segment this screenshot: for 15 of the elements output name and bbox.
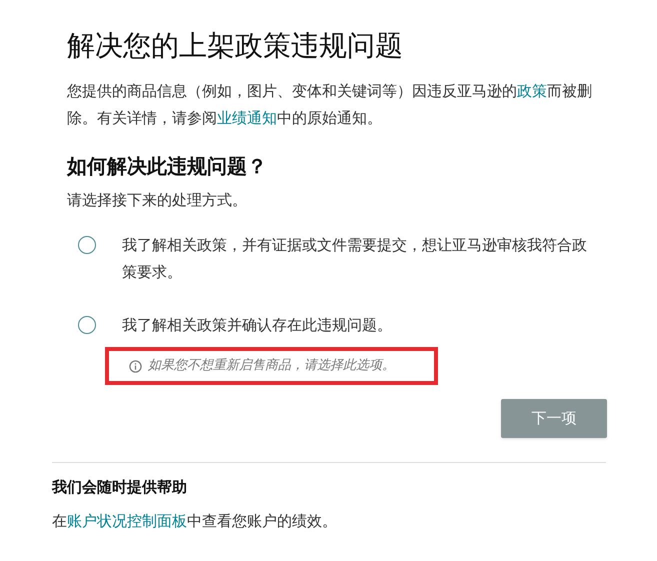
help-text: 在账户状况控制面板中查看您账户的绩效。 [52, 511, 338, 532]
option-label: 我了解相关政策，并有证据或文件需要提交，想让亚马逊审核我符合政策要求。 [122, 235, 588, 283]
intro-text: 您提供的商品信息（例如，图片、变体和关键词等）因违反亚马逊的政策而被删除。有关详情，请参阅业绩通知中的原始通知。 [67, 81, 593, 129]
instruction-text: 请选择接下来的处理方式。 [67, 190, 248, 211]
link[interactable]: 账户状况控制面板 [67, 512, 187, 530]
section-heading: 如何解决此违规问题？ [67, 153, 268, 180]
link[interactable]: 业绩通知 [217, 109, 277, 127]
page-title: 解决您的上架政策违规问题 [67, 28, 404, 64]
info-icon [129, 360, 142, 372]
help-heading: 我们会随时提供帮助 [52, 477, 188, 498]
option-label: 我了解相关政策并确认存在此违规问题。 [122, 315, 393, 336]
radio-button[interactable] [78, 236, 96, 254]
link[interactable]: 政策 [517, 82, 547, 100]
hint-text: 如果您不想重新启售商品，请选择此选项。 [148, 357, 395, 376]
radio-button[interactable] [78, 316, 96, 334]
